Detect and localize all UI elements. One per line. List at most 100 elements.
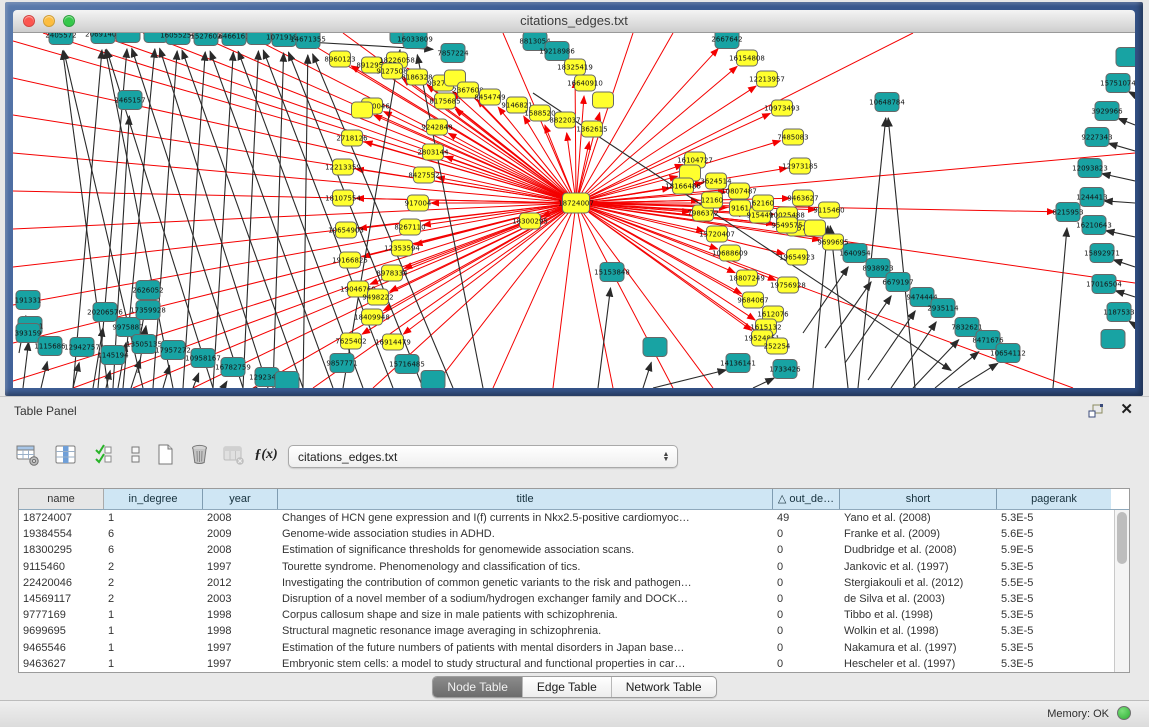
table-cell[interactable]: 2009 xyxy=(203,526,278,542)
network-node[interactable]: 16640910 xyxy=(567,75,603,91)
delete-table-button[interactable] xyxy=(184,439,216,471)
table-cell[interactable]: 22420046 xyxy=(19,575,104,591)
network-node[interactable]: 19654923 xyxy=(779,249,815,265)
table-cell[interactable]: Dudbridge et al. (2008) xyxy=(840,542,997,558)
network-node[interactable]: 12942757 xyxy=(64,338,100,357)
network-node[interactable]: 18409948 xyxy=(354,309,390,325)
network-node[interactable]: 393159 xyxy=(15,324,42,343)
network-node[interactable]: 19756928 xyxy=(770,277,806,293)
table-row[interactable]: 1456911722003Disruption of a novel membe… xyxy=(19,591,1129,607)
table-cell[interactable]: Franke et al. (2009) xyxy=(840,526,997,542)
table-cell[interactable]: Structural magnetic resonance image aver… xyxy=(278,623,773,639)
network-node[interactable]: 9242848 xyxy=(421,119,452,135)
table-cell[interactable]: 5.5E-5 xyxy=(997,575,1111,591)
new-table-button[interactable] xyxy=(150,439,182,471)
table-cell[interactable]: 1 xyxy=(104,656,203,672)
table-cell[interactable]: 1997 xyxy=(203,640,278,656)
table-settings-button[interactable] xyxy=(12,439,44,471)
table-cell[interactable]: 49 xyxy=(773,510,840,526)
close-panel-icon[interactable]: ✕ xyxy=(1120,400,1133,418)
network-node[interactable]: 9857771 xyxy=(326,354,357,373)
column-header-title[interactable]: title xyxy=(278,489,773,509)
table-cell[interactable]: 5.3E-5 xyxy=(997,591,1111,607)
network-node[interactable]: 3929966 xyxy=(1091,102,1123,121)
table-cell[interactable]: 5.6E-5 xyxy=(997,526,1111,542)
table-row[interactable]: 2242004622012Investigating the contribut… xyxy=(19,575,1129,591)
network-node[interactable]: 2935114 xyxy=(927,299,959,318)
table-row[interactable]: 1830029562008Estimation of significance … xyxy=(19,542,1129,558)
table-cell[interactable]: 5.3E-5 xyxy=(997,656,1111,672)
network-node[interactable]: 18724007 xyxy=(558,193,594,213)
table-cell[interactable]: 5.3E-5 xyxy=(997,623,1111,639)
network-node[interactable]: 7625402 xyxy=(335,333,366,349)
table-selector-dropdown[interactable]: citations_edges.txt ▲▼ xyxy=(288,445,678,468)
table-cell[interactable]: 1997 xyxy=(203,559,278,575)
network-node[interactable]: 8978334 xyxy=(376,265,408,281)
network-node[interactable]: 2718126 xyxy=(336,130,368,146)
network-node[interactable]: 252254 xyxy=(764,338,791,354)
network-node[interactable]: 18107554 xyxy=(325,190,361,206)
network-node[interactable]: 12213957 xyxy=(749,71,785,87)
table-cell[interactable]: 0 xyxy=(773,640,840,656)
network-node[interactable]: 12160 xyxy=(701,192,723,208)
network-node[interactable]: 2803144 xyxy=(417,144,449,160)
table-cell[interactable]: 5.3E-5 xyxy=(997,640,1111,656)
table-cell[interactable]: 5.9E-5 xyxy=(997,542,1111,558)
table-cell[interactable]: 1 xyxy=(104,510,203,526)
select-rows-button[interactable] xyxy=(88,439,120,471)
network-node[interactable] xyxy=(275,372,299,389)
show-columns-button[interactable] xyxy=(50,439,82,471)
tab-edge-table[interactable]: Edge Table xyxy=(523,677,612,697)
table-row[interactable]: 946554611997Estimation of the future num… xyxy=(19,640,1129,656)
network-node[interactable]: 15751074 xyxy=(1100,74,1135,93)
network-node[interactable]: 17359928 xyxy=(130,301,166,320)
table-cell[interactable]: 0 xyxy=(773,656,840,672)
table-scrollbar[interactable] xyxy=(1114,510,1129,672)
table-cell[interactable]: 0 xyxy=(773,575,840,591)
table-cell[interactable]: 1 xyxy=(104,607,203,623)
network-node[interactable]: 1527602 xyxy=(190,33,221,46)
table-cell[interactable]: 2003 xyxy=(203,591,278,607)
network-node[interactable]: 1115686 xyxy=(34,337,66,356)
network-node[interactable]: 19166825 xyxy=(332,252,368,268)
network-node[interactable]: 15716485 xyxy=(389,355,425,374)
table-row[interactable]: 977716911998Corpus callosum shape and si… xyxy=(19,607,1129,623)
table-cell[interactable]: 18300295 xyxy=(19,542,104,558)
network-node[interactable]: 1145194 xyxy=(97,346,129,365)
network-node[interactable] xyxy=(1101,330,1125,349)
network-node[interactable] xyxy=(116,33,140,43)
table-row[interactable]: 946362711997Embryonic stem cells: a mode… xyxy=(19,656,1129,672)
table-cell[interactable]: 1 xyxy=(104,640,203,656)
table-cell[interactable]: de Silva et al. (2003) xyxy=(840,591,997,607)
table-cell[interactable]: Disruption of a novel member of a sodium… xyxy=(278,591,773,607)
network-node[interactable]: 1187533 xyxy=(1103,303,1134,322)
network-node[interactable]: 12213359 xyxy=(325,159,361,175)
network-node[interactable]: 9463627 xyxy=(787,190,818,206)
network-node[interactable]: 12093823 xyxy=(1072,159,1108,178)
network-node[interactable]: 1733426 xyxy=(769,360,801,379)
table-cell[interactable]: 9115460 xyxy=(19,559,104,575)
table-cell[interactable]: 9777169 xyxy=(19,607,104,623)
network-node[interactable]: 10688609 xyxy=(712,245,748,261)
table-cell[interactable]: 0 xyxy=(773,623,840,639)
network-node[interactable]: 7857224 xyxy=(437,44,469,63)
table-cell[interactable]: Genome-wide association studies in ADHD. xyxy=(278,526,773,542)
network-node[interactable]: 16210643 xyxy=(1076,216,1112,235)
table-cell[interactable]: 18724007 xyxy=(19,510,104,526)
table-cell[interactable]: 0 xyxy=(773,591,840,607)
table-cell[interactable]: 1 xyxy=(104,623,203,639)
network-node[interactable]: 14671355 xyxy=(290,33,326,49)
table-cell[interactable]: Nakamura et al. (1997) xyxy=(840,640,997,656)
table-cell[interactable]: 6 xyxy=(104,542,203,558)
table-cell[interactable]: Corpus callosum shape and size in male p… xyxy=(278,607,773,623)
network-node[interactable]: 2465157 xyxy=(114,91,145,110)
table-row[interactable]: 1872400712008Changes of HCN gene express… xyxy=(19,510,1129,526)
table-cell[interactable]: 0 xyxy=(773,559,840,575)
column-header-name[interactable]: name xyxy=(19,489,104,509)
network-node[interactable]: 9115460 xyxy=(813,202,844,218)
network-node[interactable] xyxy=(352,102,373,118)
table-cell[interactable]: Stergiakouli et al. (2012) xyxy=(840,575,997,591)
table-cell[interactable]: 2 xyxy=(104,575,203,591)
network-node[interactable]: 16033809 xyxy=(397,33,433,49)
table-cell[interactable]: 6 xyxy=(104,526,203,542)
